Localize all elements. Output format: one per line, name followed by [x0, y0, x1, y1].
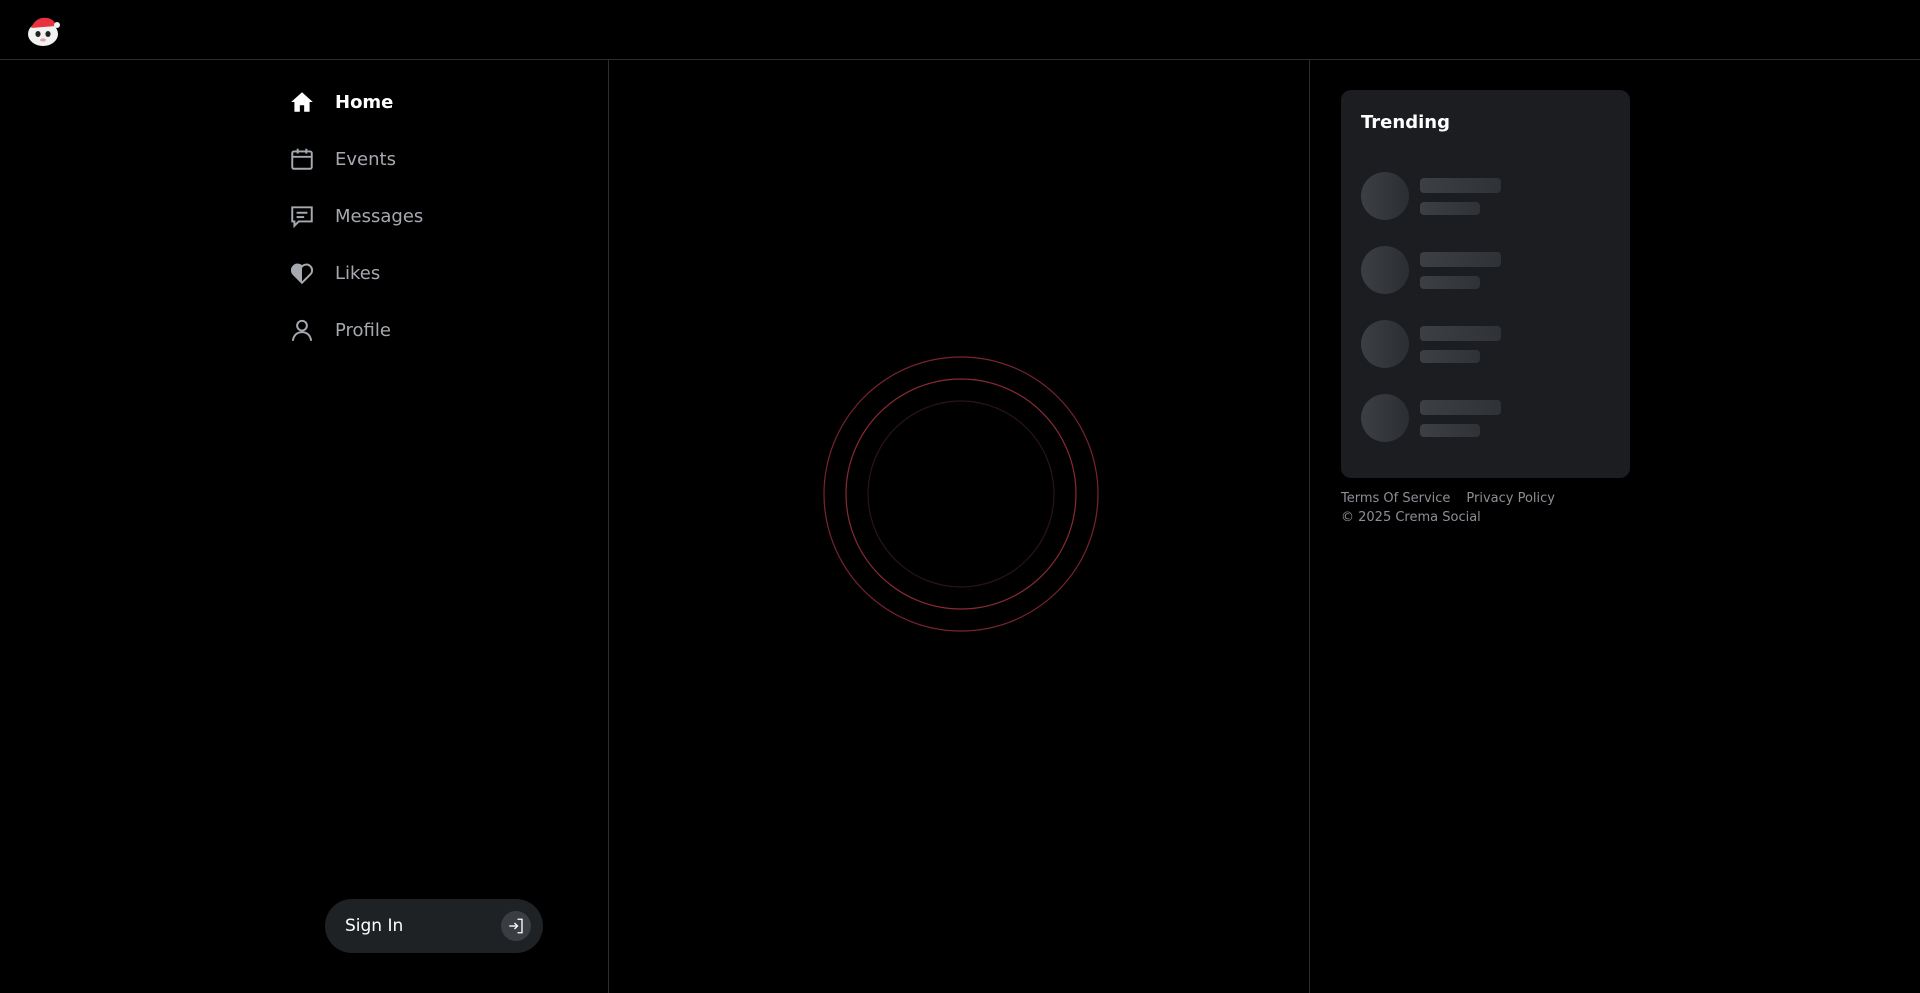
left-sidebar: Home Events Messages Likes Profile Sign …: [0, 60, 609, 993]
nav-item-label: Likes: [335, 262, 381, 284]
home-icon: [288, 88, 316, 116]
nav-item-home[interactable]: Home: [288, 82, 423, 122]
main-feed: [609, 60, 1310, 993]
skeleton-line: [1420, 325, 1501, 341]
sign-in-label: Sign In: [345, 916, 404, 936]
skeleton-avatar: [1361, 394, 1409, 442]
skeleton-row: [1361, 381, 1610, 455]
skeleton-line: [1420, 275, 1480, 289]
main-navigation: Home Events Messages Likes Profile: [288, 82, 423, 367]
nav-item-profile[interactable]: Profile: [288, 310, 423, 350]
nav-item-label: Profile: [335, 319, 391, 341]
loading-spinner: [821, 354, 1101, 634]
terms-link[interactable]: Terms Of Service: [1341, 491, 1450, 506]
sign-in-button[interactable]: Sign In: [325, 899, 543, 953]
copyright-text: © 2025 Crema Social: [1341, 510, 1481, 525]
skeleton-avatar: [1361, 172, 1409, 220]
skeleton-line: [1420, 399, 1501, 415]
message-icon: [288, 202, 316, 230]
privacy-link[interactable]: Privacy Policy: [1466, 491, 1555, 506]
skeleton-line: [1420, 201, 1480, 215]
right-sidebar: Trending Terms Of Service Privacy Policy…: [1310, 60, 1920, 993]
skeleton-line: [1420, 251, 1501, 267]
skeleton-line: [1420, 423, 1480, 437]
nav-item-label: Messages: [335, 205, 424, 227]
skeleton-line: [1420, 177, 1501, 193]
skeleton-row: [1361, 233, 1610, 307]
skeleton-avatar: [1361, 246, 1409, 294]
skeleton-row: [1361, 307, 1610, 381]
login-icon: [501, 911, 531, 941]
nav-item-messages[interactable]: Messages: [288, 196, 423, 236]
heart-icon: [288, 259, 316, 287]
skeleton-row: [1361, 159, 1610, 233]
user-icon: [288, 316, 316, 344]
footer: Terms Of Service Privacy Policy © 2025 C…: [1341, 491, 1555, 525]
calendar-icon: [288, 145, 316, 173]
skeleton-line: [1420, 349, 1480, 363]
skeleton-avatar: [1361, 320, 1409, 368]
nav-item-label: Events: [335, 148, 396, 170]
nav-item-label: Home: [335, 91, 394, 113]
trending-title: Trending: [1361, 112, 1450, 133]
nav-item-events[interactable]: Events: [288, 139, 423, 179]
nav-item-likes[interactable]: Likes: [288, 253, 423, 293]
crema-logo-icon[interactable]: [24, 12, 62, 48]
top-bar: [0, 0, 1920, 60]
trending-card: Trending: [1341, 90, 1630, 478]
